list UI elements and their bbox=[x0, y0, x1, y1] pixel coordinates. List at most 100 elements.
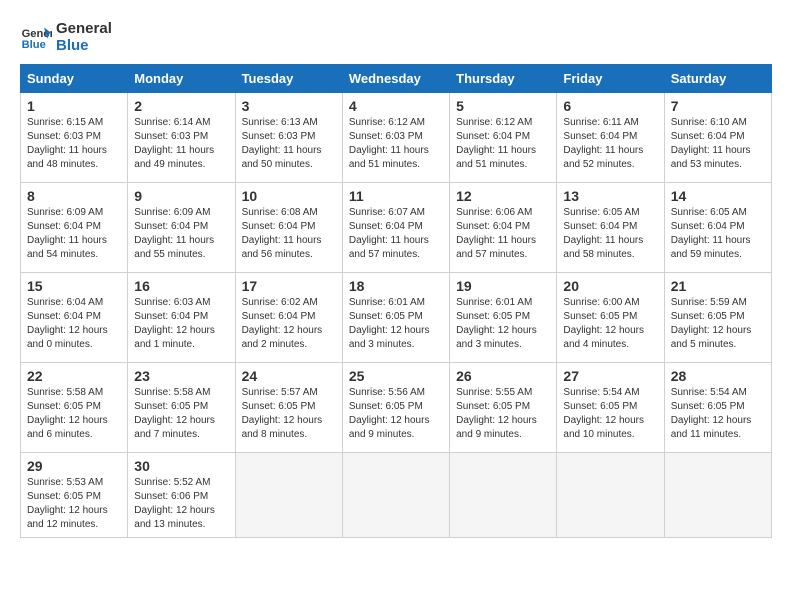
logo-line1: General bbox=[56, 20, 112, 37]
cell-info: Sunrise: 5:53 AMSunset: 6:05 PMDaylight:… bbox=[27, 477, 108, 530]
cell-info: Sunrise: 6:07 AMSunset: 6:04 PMDaylight:… bbox=[349, 207, 429, 260]
calendar-cell: 5 Sunrise: 6:12 AMSunset: 6:04 PMDaylight… bbox=[450, 93, 557, 183]
calendar-cell: 29 Sunrise: 5:53 AMSunset: 6:05 PMDayligh… bbox=[21, 453, 128, 538]
day-number: 18 bbox=[349, 278, 443, 294]
calendar-cell: 26 Sunrise: 5:55 AMSunset: 6:05 PMDayligh… bbox=[450, 363, 557, 453]
calendar-cell bbox=[557, 453, 664, 538]
day-number: 11 bbox=[349, 188, 443, 204]
day-number: 5 bbox=[456, 98, 550, 114]
day-number: 9 bbox=[134, 188, 228, 204]
header-friday: Friday bbox=[557, 65, 664, 93]
calendar-cell: 4 Sunrise: 6:12 AMSunset: 6:03 PMDaylight… bbox=[342, 93, 449, 183]
day-number: 17 bbox=[242, 278, 336, 294]
calendar-cell: 25 Sunrise: 5:56 AMSunset: 6:05 PMDayligh… bbox=[342, 363, 449, 453]
calendar-cell: 13Sunrise: 6:05 AMSunset: 6:04 PMDayligh… bbox=[557, 183, 664, 273]
calendar-cell: 17 Sunrise: 6:02 AMSunset: 6:04 PMDayligh… bbox=[235, 273, 342, 363]
cell-info: Sunrise: 6:02 AMSunset: 6:04 PMDaylight:… bbox=[242, 297, 323, 350]
day-number: 12 bbox=[456, 188, 550, 204]
day-number: 4 bbox=[349, 98, 443, 114]
cell-info: Sunrise: 6:05 AMSunset: 6:04 PMDaylight:… bbox=[563, 207, 643, 260]
header-wednesday: Wednesday bbox=[342, 65, 449, 93]
day-number: 6 bbox=[563, 98, 657, 114]
calendar-cell: 20 Sunrise: 6:00 AMSunset: 6:05 PMDayligh… bbox=[557, 273, 664, 363]
logo: General Blue General Blue bbox=[20, 20, 112, 54]
calendar-cell: 18 Sunrise: 6:01 AMSunset: 6:05 PMDayligh… bbox=[342, 273, 449, 363]
header-tuesday: Tuesday bbox=[235, 65, 342, 93]
calendar-cell: 1 Sunrise: 6:15 AMSunset: 6:03 PMDaylight… bbox=[21, 93, 128, 183]
cell-info: Sunrise: 5:54 AMSunset: 6:05 PMDaylight:… bbox=[671, 387, 752, 440]
day-number: 2 bbox=[134, 98, 228, 114]
day-number: 20 bbox=[563, 278, 657, 294]
cell-info: Sunrise: 6:09 AMSunset: 6:04 PMDaylight:… bbox=[27, 207, 107, 260]
cell-info: Sunrise: 6:12 AMSunset: 6:03 PMDaylight:… bbox=[349, 117, 429, 170]
day-number: 19 bbox=[456, 278, 550, 294]
cell-info: Sunrise: 5:58 AMSunset: 6:05 PMDaylight:… bbox=[27, 387, 108, 440]
calendar-cell: 14 Sunrise: 6:05 AMSunset: 6:04 PMDayligh… bbox=[664, 183, 771, 273]
day-number: 28 bbox=[671, 368, 765, 384]
day-number: 29 bbox=[27, 458, 121, 474]
cell-info: Sunrise: 6:10 AMSunset: 6:04 PMDaylight:… bbox=[671, 117, 751, 170]
cell-info: Sunrise: 6:13 AMSunset: 6:03 PMDaylight:… bbox=[242, 117, 322, 170]
cell-info: Sunrise: 6:14 AMSunset: 6:03 PMDaylight:… bbox=[134, 117, 214, 170]
calendar-cell: 16 Sunrise: 6:03 AMSunset: 6:04 PMDayligh… bbox=[128, 273, 235, 363]
calendar-week-row: 29 Sunrise: 5:53 AMSunset: 6:05 PMDayligh… bbox=[21, 453, 772, 538]
calendar-cell: 3 Sunrise: 6:13 AMSunset: 6:03 PMDaylight… bbox=[235, 93, 342, 183]
day-number: 23 bbox=[134, 368, 228, 384]
svg-text:Blue: Blue bbox=[22, 39, 46, 51]
calendar-cell: 27 Sunrise: 5:54 AMSunset: 6:05 PMDayligh… bbox=[557, 363, 664, 453]
day-number: 1 bbox=[27, 98, 121, 114]
day-number: 26 bbox=[456, 368, 550, 384]
day-number: 21 bbox=[671, 278, 765, 294]
cell-info: Sunrise: 5:54 AMSunset: 6:05 PMDaylight:… bbox=[563, 387, 644, 440]
calendar-cell: 2 Sunrise: 6:14 AMSunset: 6:03 PMDaylight… bbox=[128, 93, 235, 183]
cell-info: Sunrise: 6:12 AMSunset: 6:04 PMDaylight:… bbox=[456, 117, 536, 170]
day-number: 27 bbox=[563, 368, 657, 384]
cell-info: Sunrise: 5:58 AMSunset: 6:05 PMDaylight:… bbox=[134, 387, 215, 440]
calendar-cell bbox=[342, 453, 449, 538]
calendar-cell bbox=[235, 453, 342, 538]
day-number: 8 bbox=[27, 188, 121, 204]
cell-info: Sunrise: 6:01 AMSunset: 6:05 PMDaylight:… bbox=[456, 297, 537, 350]
cell-info: Sunrise: 5:52 AMSunset: 6:06 PMDaylight:… bbox=[134, 477, 215, 530]
header-saturday: Saturday bbox=[664, 65, 771, 93]
calendar-cell: 6 Sunrise: 6:11 AMSunset: 6:04 PMDaylight… bbox=[557, 93, 664, 183]
calendar-cell bbox=[450, 453, 557, 538]
cell-info: Sunrise: 6:08 AMSunset: 6:04 PMDaylight:… bbox=[242, 207, 322, 260]
day-number: 16 bbox=[134, 278, 228, 294]
weekday-header-row: Sunday Monday Tuesday Wednesday Thursday… bbox=[21, 65, 772, 93]
cell-info: Sunrise: 6:04 AMSunset: 6:04 PMDaylight:… bbox=[27, 297, 108, 350]
calendar-cell: 22Sunrise: 5:58 AMSunset: 6:05 PMDayligh… bbox=[21, 363, 128, 453]
calendar-cell: 12Sunrise: 6:06 AMSunset: 6:04 PMDayligh… bbox=[450, 183, 557, 273]
calendar-cell: 15 Sunrise: 6:04 AMSunset: 6:04 PMDayligh… bbox=[21, 273, 128, 363]
cell-info: Sunrise: 6:09 AMSunset: 6:04 PMDaylight:… bbox=[134, 207, 214, 260]
calendar-week-row: 8 Sunrise: 6:09 AMSunset: 6:04 PMDaylight… bbox=[21, 183, 772, 273]
day-number: 7 bbox=[671, 98, 765, 114]
cell-info: Sunrise: 6:03 AMSunset: 6:04 PMDaylight:… bbox=[134, 297, 215, 350]
cell-info: Sunrise: 6:01 AMSunset: 6:05 PMDaylight:… bbox=[349, 297, 430, 350]
header-thursday: Thursday bbox=[450, 65, 557, 93]
calendar-cell: 7 Sunrise: 6:10 AMSunset: 6:04 PMDaylight… bbox=[664, 93, 771, 183]
header-sunday: Sunday bbox=[21, 65, 128, 93]
cell-info: Sunrise: 6:05 AMSunset: 6:04 PMDaylight:… bbox=[671, 207, 751, 260]
day-number: 3 bbox=[242, 98, 336, 114]
day-number: 24 bbox=[242, 368, 336, 384]
logo-line2: Blue bbox=[56, 37, 112, 54]
page-header: General Blue General Blue bbox=[20, 20, 772, 54]
calendar-cell: 30 Sunrise: 5:52 AMSunset: 6:06 PMDayligh… bbox=[128, 453, 235, 538]
day-number: 25 bbox=[349, 368, 443, 384]
day-number: 14 bbox=[671, 188, 765, 204]
calendar-cell: 10Sunrise: 6:08 AMSunset: 6:04 PMDayligh… bbox=[235, 183, 342, 273]
calendar-cell: 9 Sunrise: 6:09 AMSunset: 6:04 PMDaylight… bbox=[128, 183, 235, 273]
calendar-cell: 11 Sunrise: 6:07 AMSunset: 6:04 PMDayligh… bbox=[342, 183, 449, 273]
calendar-week-row: 15 Sunrise: 6:04 AMSunset: 6:04 PMDayligh… bbox=[21, 273, 772, 363]
cell-info: Sunrise: 5:55 AMSunset: 6:05 PMDaylight:… bbox=[456, 387, 537, 440]
cell-info: Sunrise: 5:56 AMSunset: 6:05 PMDaylight:… bbox=[349, 387, 430, 440]
logo-icon: General Blue bbox=[20, 21, 52, 53]
cell-info: Sunrise: 5:57 AMSunset: 6:05 PMDaylight:… bbox=[242, 387, 323, 440]
cell-info: Sunrise: 6:15 AMSunset: 6:03 PMDaylight:… bbox=[27, 117, 107, 170]
calendar-cell: 24 Sunrise: 5:57 AMSunset: 6:05 PMDayligh… bbox=[235, 363, 342, 453]
day-number: 30 bbox=[134, 458, 228, 474]
cell-info: Sunrise: 6:11 AMSunset: 6:04 PMDaylight:… bbox=[563, 117, 643, 170]
day-number: 15 bbox=[27, 278, 121, 294]
cell-info: Sunrise: 6:00 AMSunset: 6:05 PMDaylight:… bbox=[563, 297, 644, 350]
